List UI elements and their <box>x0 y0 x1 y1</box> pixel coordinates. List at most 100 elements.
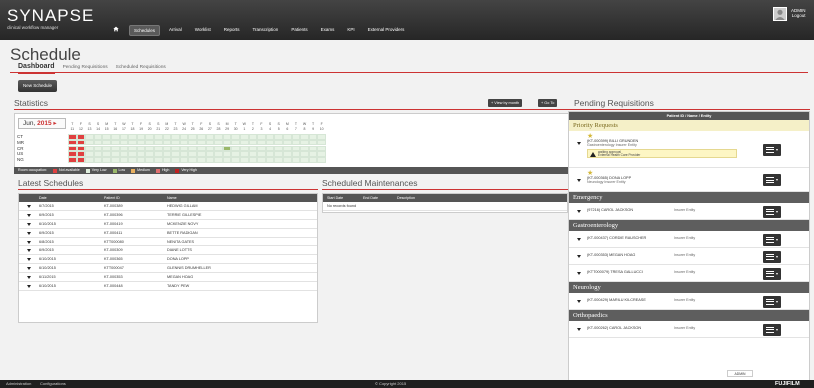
col-end-date[interactable]: End Date <box>363 194 378 202</box>
occupation-cell[interactable] <box>283 145 292 152</box>
requisition-menu-button[interactable] <box>763 267 781 280</box>
configurations-link[interactable]: Configurations <box>40 380 66 388</box>
occupation-cell[interactable] <box>154 134 163 140</box>
occupation-cell[interactable] <box>265 145 275 152</box>
occupation-cell[interactable] <box>145 134 154 140</box>
go-to-button[interactable]: + Go To <box>538 99 558 107</box>
occupation-cell[interactable] <box>265 134 275 140</box>
occupation-cell[interactable] <box>197 139 206 146</box>
occupation-cell[interactable] <box>308 139 318 146</box>
occupation-cell[interactable] <box>248 134 258 140</box>
nav-reports[interactable]: Reports <box>220 25 244 36</box>
occupation-cell[interactable] <box>76 157 86 163</box>
occupation-cell[interactable] <box>265 151 275 157</box>
occupation-cell[interactable] <box>283 151 292 157</box>
expand-row-icon[interactable] <box>27 213 31 217</box>
month-selector[interactable]: Jun, 2015 ▸ <box>18 118 66 129</box>
occupation-cell[interactable] <box>128 134 137 140</box>
occupation-cell[interactable] <box>188 157 197 163</box>
occupation-cell[interactable] <box>102 151 111 157</box>
occupation-cell[interactable] <box>171 139 180 146</box>
occupation-cell[interactable] <box>171 151 180 157</box>
occupation-cell[interactable] <box>257 139 266 146</box>
occupation-cell[interactable] <box>308 151 318 157</box>
occupation-cell[interactable] <box>214 139 223 146</box>
occupation-cell[interactable] <box>317 151 326 157</box>
occupation-cell[interactable] <box>188 151 197 157</box>
occupation-cell[interactable] <box>317 145 326 152</box>
occupation-cell[interactable] <box>76 134 86 140</box>
occupation-cell[interactable] <box>205 134 215 140</box>
occupation-cell[interactable] <box>265 139 275 146</box>
occupation-cell[interactable] <box>162 139 172 146</box>
expand-row-icon[interactable] <box>27 231 31 235</box>
occupation-cell[interactable] <box>179 151 189 157</box>
requisition-menu-button[interactable] <box>763 233 781 246</box>
expand-item-icon[interactable] <box>577 300 581 303</box>
expand-row-icon[interactable] <box>27 258 31 262</box>
occupation-cell[interactable] <box>308 134 318 140</box>
occupation-cell[interactable] <box>283 139 292 146</box>
nav-exams[interactable]: Exams <box>317 25 339 36</box>
occupation-cell[interactable] <box>162 157 172 163</box>
occupation-cell[interactable] <box>93 145 103 152</box>
occupation-cell[interactable] <box>257 145 266 152</box>
occupation-cell[interactable] <box>102 145 111 152</box>
occupation-cell[interactable] <box>257 134 266 140</box>
new-schedule-button[interactable]: New Schedule <box>18 80 58 92</box>
table-row[interactable]: 6/11/2015 KT-000353 MEGAN HOAG <box>19 273 317 283</box>
home-icon[interactable] <box>113 26 119 32</box>
occupation-cell[interactable] <box>136 157 146 163</box>
expand-row-icon[interactable] <box>27 276 31 280</box>
requisition-item[interactable]: (KT-000429) MARILU KILCREASE Insurer Enti… <box>569 293 809 310</box>
requisition-item[interactable]: (KT-000437) CORDIE RAUSCHER Insurer Entit… <box>569 231 809 248</box>
expand-item-icon[interactable] <box>577 272 581 275</box>
occupation-cell[interactable] <box>291 139 301 146</box>
occupation-cell[interactable] <box>222 157 232 163</box>
occupation-cell[interactable] <box>93 151 103 157</box>
occupation-cell[interactable] <box>128 151 137 157</box>
occupation-cell[interactable] <box>111 157 120 163</box>
occupation-cell[interactable] <box>308 145 318 152</box>
table-row[interactable]: 6/7/2015 KT-000389 HEDWIG GILLAM <box>19 202 317 211</box>
occupation-cell[interactable] <box>188 134 197 140</box>
occupation-cell[interactable] <box>205 151 215 157</box>
occupation-cell[interactable] <box>317 139 326 146</box>
occupation-cell[interactable] <box>222 145 232 152</box>
requisition-menu-button[interactable] <box>763 250 781 263</box>
occupation-cell[interactable] <box>214 134 223 140</box>
occupation-cell[interactable] <box>93 134 103 140</box>
occupation-cell[interactable] <box>162 134 172 140</box>
occupation-cell[interactable] <box>136 145 146 152</box>
table-row[interactable]: 6/9/2015 KT-000309 DIANE LOTTS <box>19 246 317 256</box>
occupation-cell[interactable] <box>128 157 137 163</box>
occupation-cell[interactable] <box>214 157 223 163</box>
occupation-cell[interactable] <box>119 151 129 157</box>
occupation-cell[interactable] <box>68 134 77 140</box>
expand-item-icon[interactable] <box>577 179 581 182</box>
occupation-cell[interactable] <box>128 139 137 146</box>
occupation-cell[interactable] <box>179 134 189 140</box>
occupation-cell[interactable] <box>240 157 249 163</box>
occupation-cell[interactable] <box>317 134 326 140</box>
col-patient-id[interactable]: Patient ID <box>104 194 120 202</box>
table-row[interactable]: 6/8/2015 KTT000080 NENITA GATES <box>19 238 317 247</box>
nav-arrival[interactable]: Arrival <box>165 25 186 36</box>
requisition-menu-button[interactable] <box>763 323 781 336</box>
occupation-cell[interactable] <box>179 157 189 163</box>
occupation-cell[interactable] <box>222 134 232 140</box>
occupation-cell[interactable] <box>248 145 258 152</box>
occupation-cell[interactable] <box>179 145 189 152</box>
expand-row-icon[interactable] <box>27 249 31 253</box>
table-row[interactable]: 6/10/2015 KT-000448 TANDY PEW <box>19 282 317 291</box>
occupation-cell[interactable] <box>171 145 180 152</box>
expand-row-icon[interactable] <box>27 285 31 289</box>
occupation-cell[interactable] <box>240 145 249 152</box>
expand-row-icon[interactable] <box>27 240 31 244</box>
occupation-cell[interactable] <box>205 157 215 163</box>
requisition-item[interactable]: (97216) CAROL JACKSON Insurer Entity <box>569 203 809 220</box>
nav-worklist[interactable]: Worklist <box>191 25 215 36</box>
occupation-cell[interactable] <box>93 157 103 163</box>
occupation-cell[interactable] <box>291 145 301 152</box>
occupation-cell[interactable] <box>317 157 326 163</box>
